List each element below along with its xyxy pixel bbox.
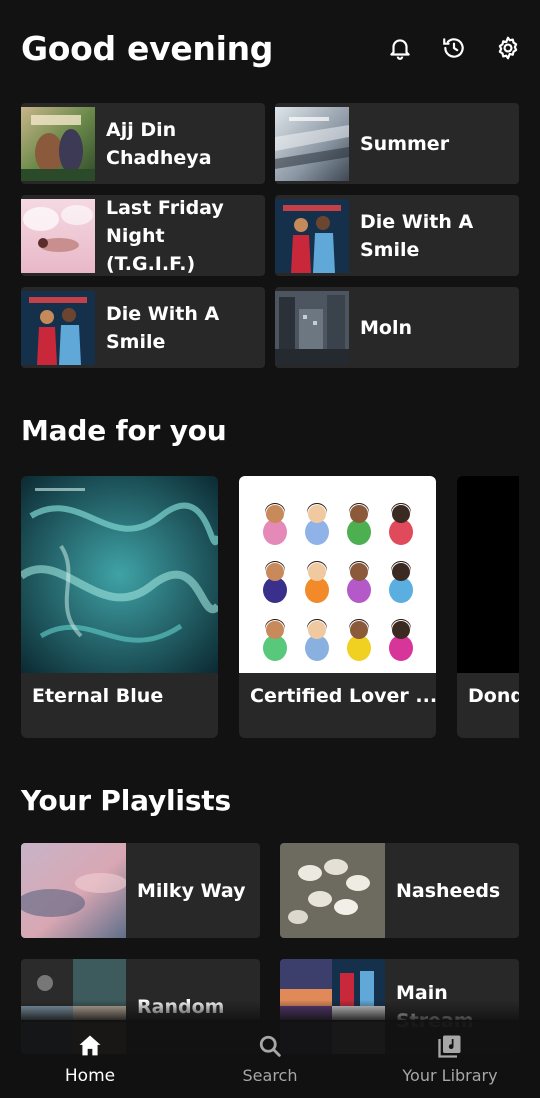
nav-home[interactable]: Home: [0, 1020, 180, 1098]
home-header: Good evening: [21, 26, 522, 70]
album-art-icon: [21, 290, 95, 365]
bell-icon[interactable]: [386, 34, 414, 62]
nav-library-label: Your Library: [402, 1066, 498, 1085]
playlist-card-label: Nasheeds: [396, 879, 501, 902]
quick-card-label: Die With A Smile: [106, 302, 220, 353]
mix-card-label: Certified Lover ...: [250, 685, 436, 707]
bottom-nav: Home Search Your Library: [0, 1020, 540, 1098]
playlist-card-label: Milky Way: [137, 879, 246, 902]
header-actions: [386, 34, 522, 62]
quick-card[interactable]: Ajj Din Chadheya: [21, 103, 265, 184]
library-icon: [438, 1035, 461, 1058]
quick-card-label: Moln: [360, 316, 412, 339]
quick-access-grid: Ajj Din Chadheya Summer Last Friday Nigh…: [21, 103, 519, 368]
settings-icon[interactable]: [494, 34, 522, 62]
section-title-made-for-you: Made for you: [21, 414, 227, 447]
album-art-icon: [21, 476, 218, 673]
nav-search-label: Search: [242, 1066, 298, 1085]
album-art-icon: [275, 106, 349, 181]
quick-card-label: Ajj Din Chadheya: [106, 118, 212, 169]
playlist-art-icon: [280, 843, 385, 938]
playlist-art-icon: [21, 843, 126, 938]
mix-card[interactable]: Dond: [457, 476, 519, 738]
mix-card[interactable]: Certified Lover ...: [239, 476, 436, 738]
mix-card-label: Eternal Blue: [32, 685, 164, 707]
made-for-you-carousel[interactable]: Eternal Blue Certified Lover ... Dond: [21, 476, 519, 738]
mix-card[interactable]: Eternal Blue: [21, 476, 218, 738]
playlist-card[interactable]: Nasheeds: [280, 843, 519, 938]
album-art-icon: [239, 476, 436, 673]
search-icon: [259, 1035, 281, 1057]
quick-card[interactable]: Die With A Smile: [275, 195, 519, 276]
greeting-title: Good evening: [21, 28, 274, 68]
nav-home-label: Home: [64, 1066, 116, 1086]
album-art-icon: [21, 198, 95, 273]
nav-search[interactable]: Search: [180, 1020, 360, 1098]
section-title-your-playlists: Your Playlists: [21, 784, 231, 817]
quick-card-label: Die With A Smile: [360, 210, 474, 261]
bottom-nav-fade: [0, 1000, 540, 1022]
home-icon: [79, 1035, 101, 1056]
history-icon[interactable]: [440, 34, 468, 62]
album-art-icon: [275, 198, 349, 273]
quick-card[interactable]: Summer: [275, 103, 519, 184]
app-root: Good evening Ajj Din Chadheya Summer Las…: [0, 0, 540, 1098]
nav-library[interactable]: Your Library: [360, 1020, 540, 1098]
album-art-icon: [275, 290, 349, 365]
album-art-icon: [21, 106, 95, 181]
playlist-card[interactable]: Milky Way: [21, 843, 260, 938]
quick-card[interactable]: Last Friday Night (T.G.I.F.): [21, 195, 265, 276]
album-art-icon: [457, 476, 519, 673]
quick-card[interactable]: Moln: [275, 287, 519, 368]
quick-card-label: Summer: [360, 132, 450, 155]
mix-card-label: Dond: [468, 685, 519, 707]
quick-card[interactable]: Die With A Smile: [21, 287, 265, 368]
quick-card-label: Last Friday Night (T.G.I.F.): [106, 196, 224, 275]
